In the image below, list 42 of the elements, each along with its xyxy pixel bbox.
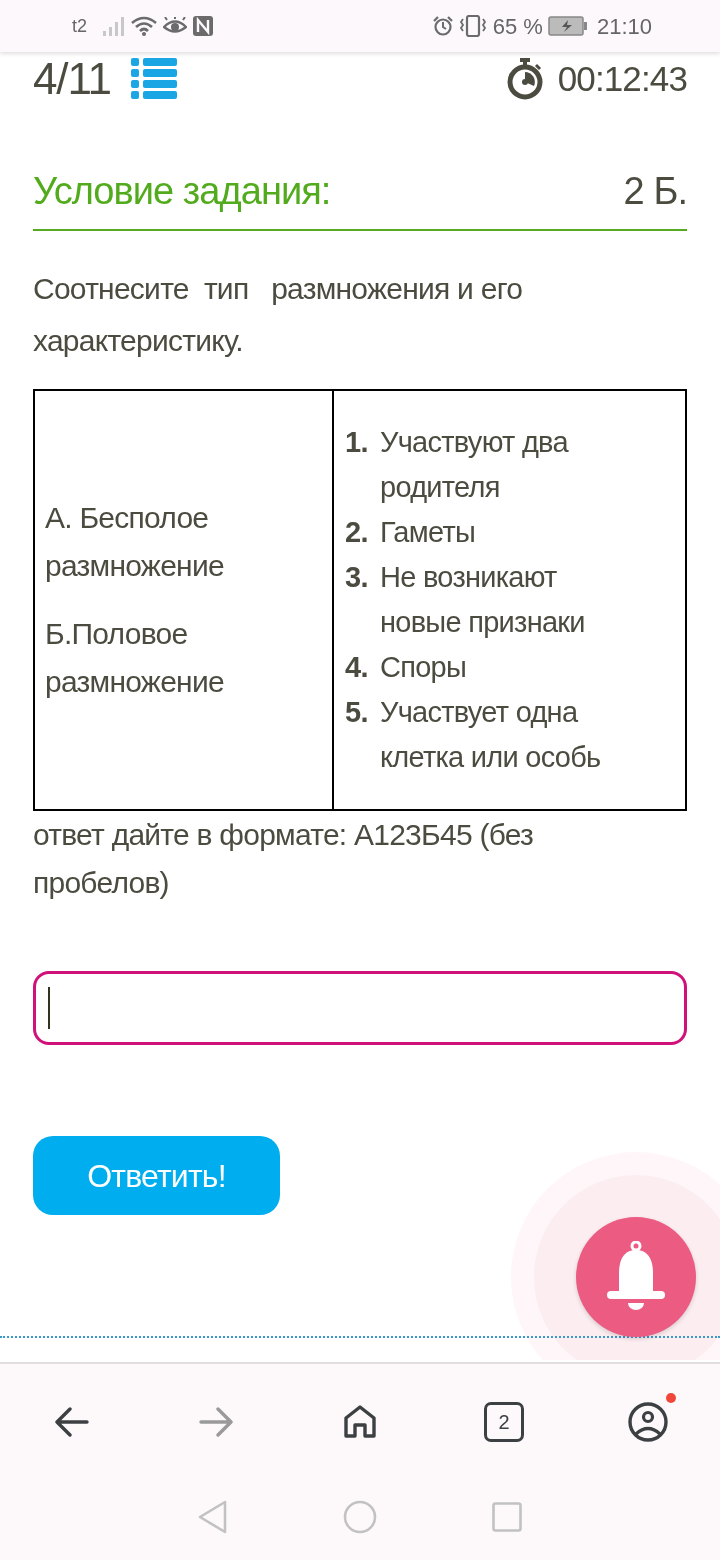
list-number: 3. [345,560,369,595]
profile-icon [628,1402,668,1442]
stopwatch-icon [505,57,544,100]
list-number: 5. [345,695,369,730]
alarm-icon [432,16,453,36]
carrier-name: t2 [72,14,87,38]
question-counter: 4/11 [33,56,111,101]
vibrate-icon [457,15,488,37]
question-text: Соотнесите тип размножения и его характеристику. [33,271,524,359]
back-arrow-icon [55,1407,89,1437]
timer-text: 00:12:43 [557,61,687,96]
cell-text: А. Бесполое размножение [45,500,225,584]
hint-text: ответ дайте в формате: А123Б45 (без пробелов) [33,817,535,901]
back-triangle-icon[interactable] [198,1500,228,1534]
list-number: 4. [345,650,369,685]
home-icon [344,1405,376,1439]
list-item-text: Споры [380,650,467,685]
eye-icon [163,17,187,35]
clock-time: 21:10 [596,12,652,41]
wifi-icon [131,16,157,36]
signal-icon [103,16,125,36]
forward-arrow-icon [199,1407,233,1437]
battery-charging-icon [547,16,588,36]
list-item-text: Участвуют два родителя [380,425,570,505]
home-circle-icon[interactable] [343,1500,377,1534]
bell-icon [605,1241,667,1313]
points-text: 2 Б. [623,169,687,214]
section-title: Условие задания: [33,169,331,214]
list-item-text: Участвует одна клетка или особь [380,695,602,775]
nfc-icon [193,16,213,36]
list-item-text: Гаметы [380,515,476,550]
tabs-button[interactable]: 2 [484,1402,524,1442]
battery-percent: 65 % [492,12,543,41]
answer-input-field[interactable] [33,971,687,1045]
profile-button[interactable] [628,1402,668,1442]
recents-square-icon[interactable] [492,1502,522,1532]
text-cursor [48,987,50,1029]
list-number: 1. [345,425,369,460]
list-number: 2. [345,515,369,550]
cell-text: Б.Половое размножение [45,616,225,700]
list-item-text: Не возникают новые признаки [380,560,586,640]
list-icon[interactable] [131,57,177,100]
